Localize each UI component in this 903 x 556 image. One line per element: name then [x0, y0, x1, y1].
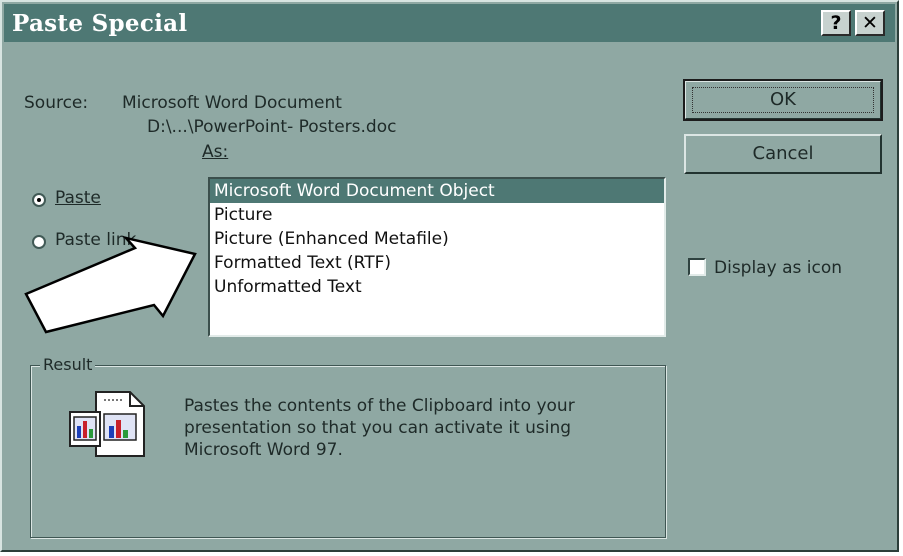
list-item[interactable]: Microsoft Word Document Object — [210, 179, 664, 203]
embedded-chart-documents-icon — [69, 391, 145, 457]
as-label: As: — [202, 142, 229, 162]
paste-label: Paste — [55, 188, 101, 208]
help-icon: ? — [830, 12, 842, 34]
source-path: D:\...\PowerPoint- Posters.doc — [147, 117, 397, 137]
paste-special-dialog: Paste Special ? ✕ Source: Microsoft Word… — [0, 0, 899, 552]
paste-radio[interactable] — [32, 193, 46, 207]
list-item[interactable]: Unformatted Text — [210, 275, 664, 299]
list-item[interactable]: Picture (Enhanced Metafile) — [210, 227, 664, 251]
list-item[interactable]: Formatted Text (RTF) — [210, 251, 664, 275]
result-caption: Result — [40, 355, 96, 374]
format-listbox[interactable]: Microsoft Word Document Object Picture P… — [208, 177, 666, 337]
window-title: Paste Special — [12, 10, 188, 37]
ok-label: OK — [770, 89, 796, 110]
close-icon: ✕ — [862, 12, 878, 34]
display-as-icon-label: Display as icon — [714, 258, 842, 278]
pointer-arrow-icon — [24, 236, 197, 334]
cancel-button[interactable]: Cancel — [684, 134, 882, 174]
close-button[interactable]: ✕ — [855, 10, 885, 36]
ok-button[interactable]: OK — [683, 79, 883, 121]
result-description: Pastes the contents of the Clipboard int… — [184, 396, 575, 460]
title-bar[interactable]: Paste Special ? ✕ — [4, 4, 895, 42]
source-app: Microsoft Word Document — [122, 93, 342, 113]
help-button[interactable]: ? — [821, 10, 851, 36]
source-label: Source: — [24, 93, 89, 113]
display-as-icon-checkbox[interactable] — [688, 258, 706, 276]
list-item[interactable]: Picture — [210, 203, 664, 227]
cancel-label: Cancel — [752, 143, 814, 164]
